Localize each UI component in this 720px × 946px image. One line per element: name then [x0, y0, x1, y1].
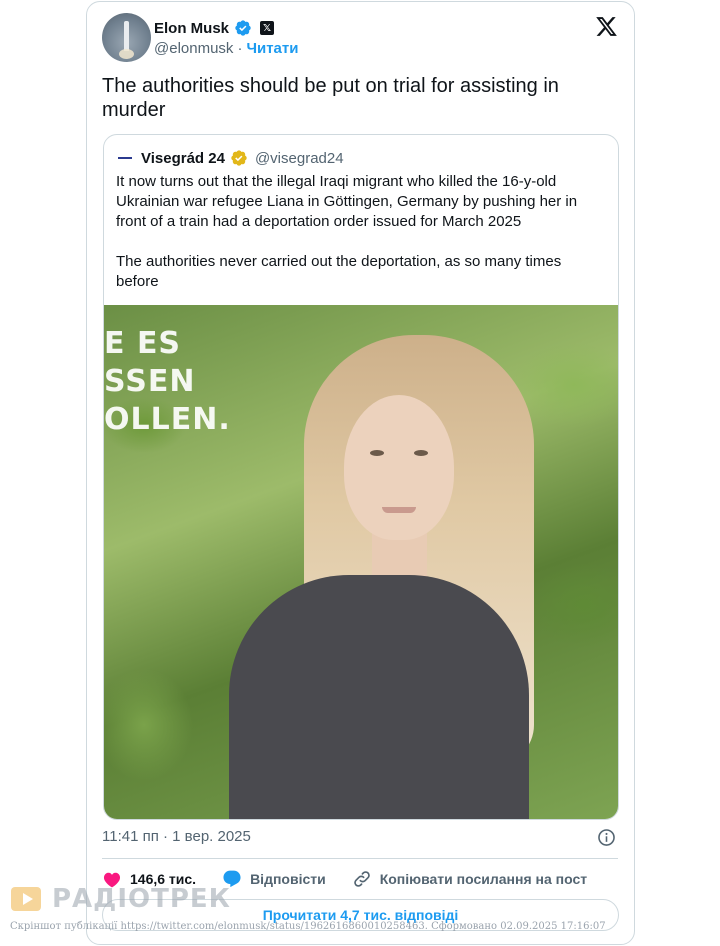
quoted-header: Visegrád 24 @visegrad24: [116, 148, 344, 168]
copy-link-label: Копіювати посилання на пост: [379, 871, 588, 887]
rocket-plume: [119, 49, 134, 59]
photo-face: [344, 395, 454, 540]
screenshot-caption: Скріншот публікації https://twitter.com/…: [10, 921, 606, 932]
author-avatar[interactable]: [102, 13, 151, 62]
divider: [102, 858, 618, 859]
overlay-line: SSEN: [104, 364, 196, 399]
photo-eye-left: [370, 450, 384, 456]
photo-mouth: [382, 507, 416, 513]
rocket-shape: [124, 21, 129, 51]
play-logo-icon: [11, 887, 41, 911]
author-handle[interactable]: @elonmusk: [154, 40, 233, 57]
reply-button[interactable]: Відповісти: [222, 869, 326, 889]
quoted-tweet[interactable]: Visegrád 24 @visegrad24 It now turns out…: [103, 134, 619, 820]
link-icon: [353, 871, 370, 887]
quoted-handle: @visegrad24: [254, 149, 344, 167]
photo-shirt: [229, 575, 529, 819]
photo-overlay-text: E ES SSEN OLLEN.: [104, 325, 231, 439]
author-name-row: Elon Musk 𝕏: [154, 18, 275, 38]
separator-dot: ·: [237, 40, 243, 57]
copy-link-button[interactable]: Копіювати посилання на пост: [352, 869, 587, 889]
tweet-card: Elon Musk 𝕏 @elonmusk · Читати The autho…: [86, 1, 635, 945]
info-icon[interactable]: [597, 828, 616, 847]
tweet-text: The authorities should be put on trial f…: [102, 75, 559, 121]
overlay-line: E ES: [104, 326, 182, 361]
tweet-timestamp[interactable]: 11:41 пп · 1 вер. 2025: [102, 828, 251, 845]
verified-badge-icon: [235, 20, 251, 36]
author-name[interactable]: Elon Musk: [154, 20, 229, 37]
reply-label: Відповісти: [250, 871, 326, 887]
handle-row: @elonmusk · Читати: [154, 40, 298, 57]
photo-eye-right: [414, 450, 428, 456]
x-affiliation-icon: 𝕏: [260, 21, 275, 35]
watermark-logo-text: РАДІОТРЕК: [52, 884, 231, 914]
overlay-line: OLLEN.: [104, 402, 231, 437]
quoted-photo[interactable]: E ES SSEN OLLEN.: [104, 305, 618, 819]
quoted-avatar: [116, 149, 134, 167]
x-logo-icon[interactable]: [595, 15, 618, 38]
watermark-logo: РАДІОТРЕК: [10, 884, 231, 914]
follow-link[interactable]: Читати: [246, 40, 298, 57]
quoted-text: It now turns out that the illegal Iraqi …: [116, 173, 578, 290]
quoted-name: Visegrád 24: [141, 149, 225, 167]
gold-verified-icon: [231, 150, 247, 166]
